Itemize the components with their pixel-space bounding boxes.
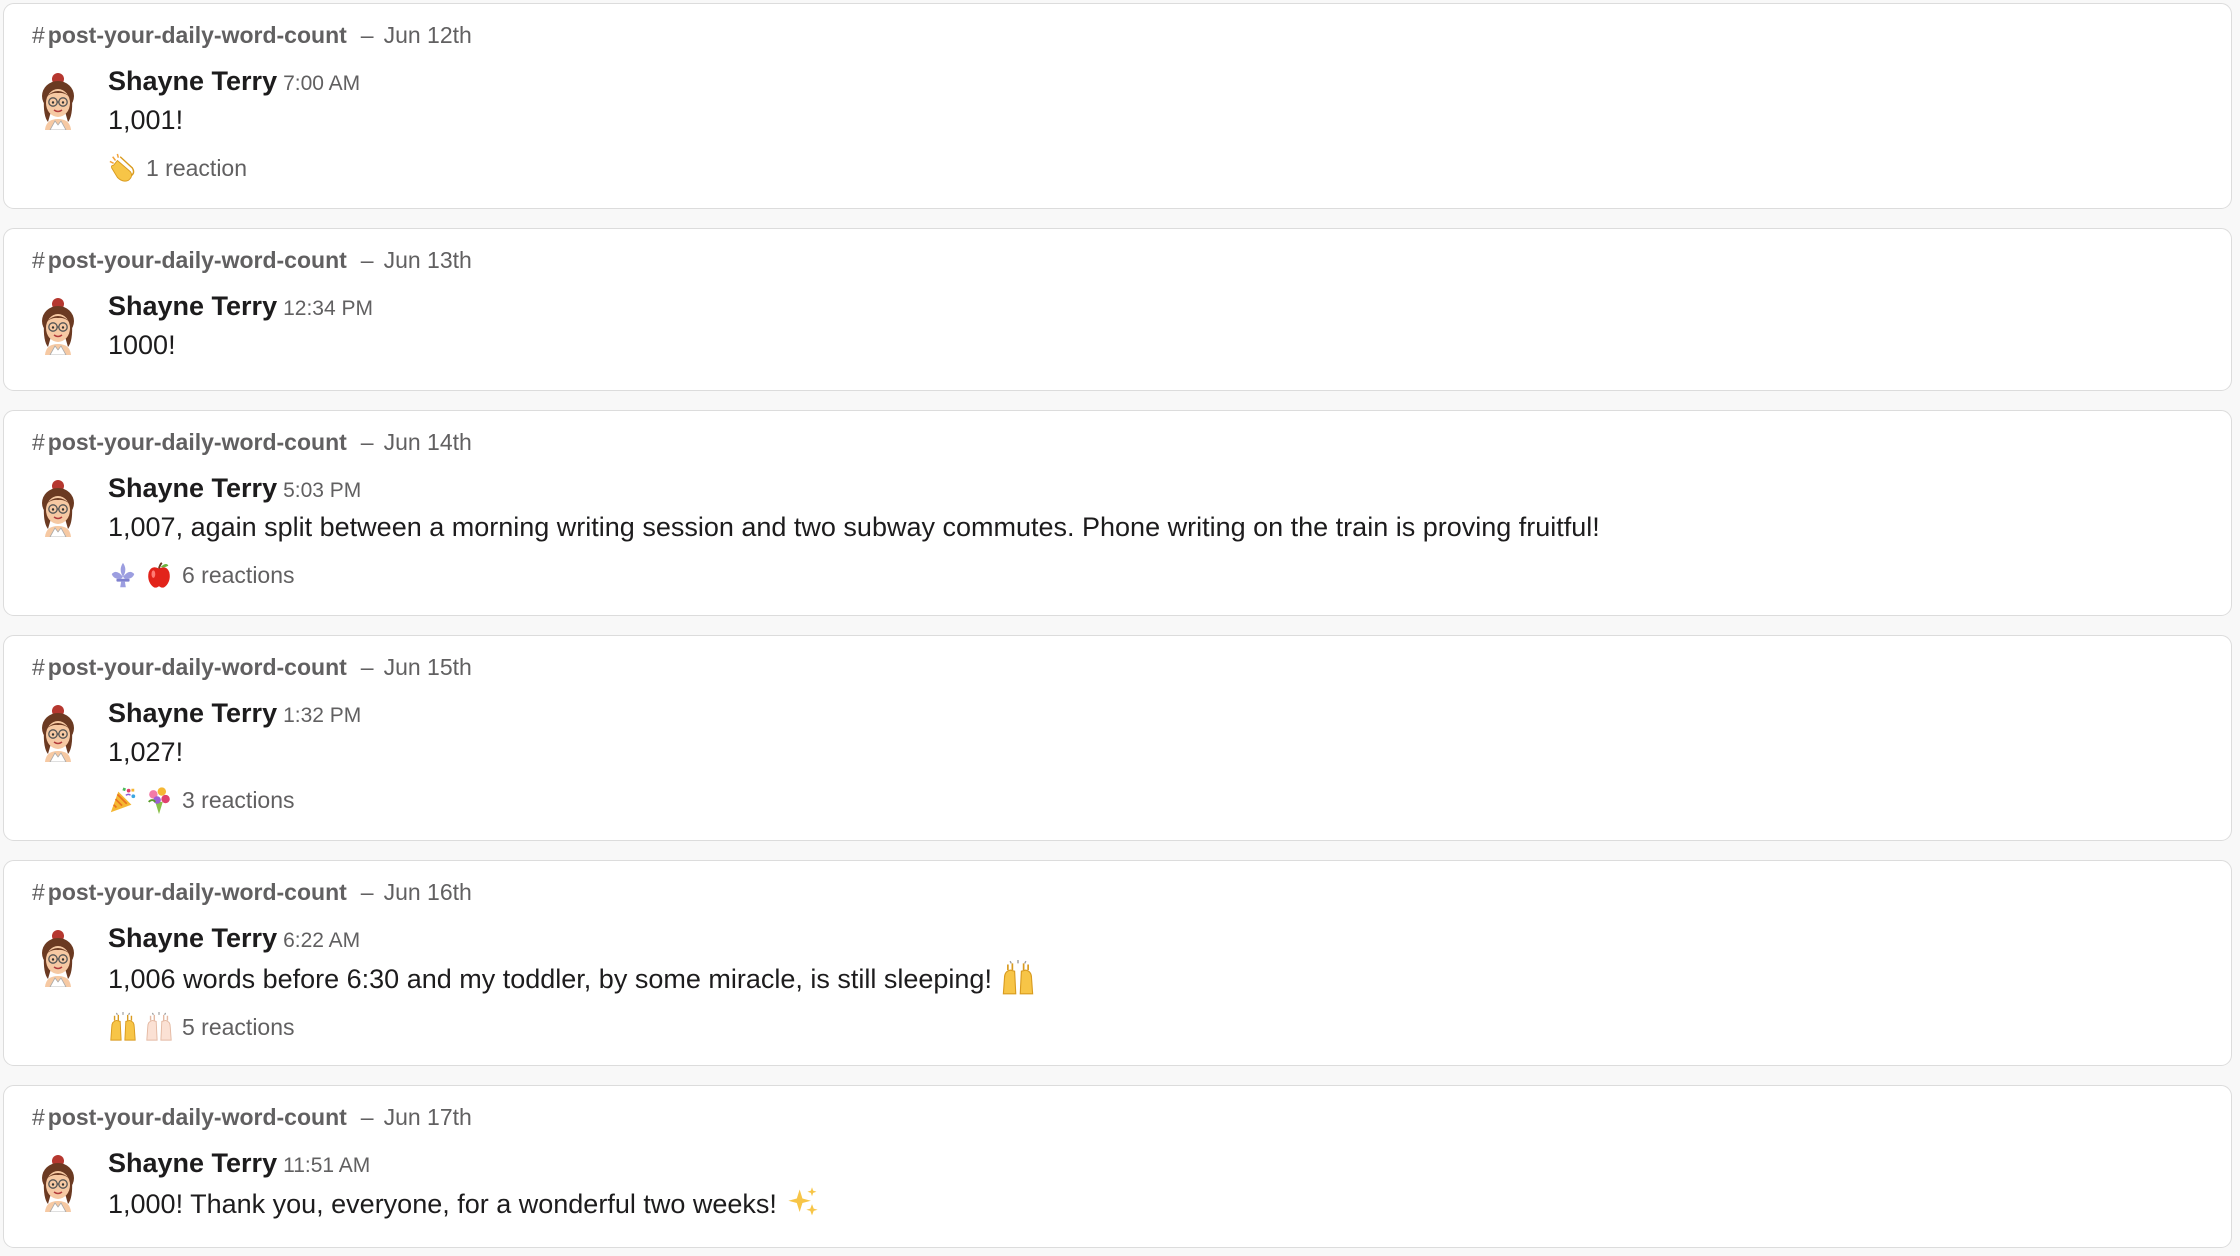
author-name[interactable]: Shayne Terry [108, 923, 277, 953]
message-header: # post-your-daily-word-count – Jun 17th [32, 1104, 472, 1131]
separator: – [360, 1104, 374, 1130]
author-name[interactable]: Shayne Terry [108, 291, 277, 321]
reactions-bar[interactable]: 6 reactions [108, 558, 2201, 592]
reactions-bar[interactable]: 5 reactions [108, 1010, 2201, 1044]
reaction-count[interactable]: 3 reactions [182, 787, 295, 814]
message-text: 1,027! [108, 737, 184, 767]
channel-link[interactable]: post-your-daily-word-count [48, 22, 347, 48]
separator: – [360, 879, 374, 905]
avatar[interactable] [35, 297, 81, 355]
message-card[interactable]: # post-your-daily-word-count – Jun 15th Sha… [3, 635, 2232, 841]
channel-link[interactable]: post-your-daily-word-count [48, 247, 347, 273]
message-body: Shayne Terry 6:22 AM 1,006 words before 6… [108, 921, 2201, 1044]
message-text-row: 1,006 words before 6:30 and my toddler, … [108, 960, 2201, 996]
message-text: 1,001! [108, 105, 184, 135]
timestamp[interactable]: 7:00 AM [283, 72, 360, 95]
message-text: 1,000! Thank you, everyone, for a wonder… [108, 1189, 777, 1219]
timestamp[interactable]: 11:51 AM [283, 1154, 370, 1177]
avatar[interactable] [35, 704, 81, 762]
clap-icon[interactable] [108, 153, 138, 183]
message-card[interactable]: # post-your-daily-word-count – Jun 14th Sha… [3, 410, 2232, 616]
author-name[interactable]: Shayne Terry [108, 66, 277, 96]
message-header: # post-your-daily-word-count – Jun 12th [32, 22, 472, 49]
separator: – [360, 22, 374, 48]
message-date[interactable]: Jun 12th [384, 22, 472, 48]
channel-link[interactable]: post-your-daily-word-count [48, 429, 347, 455]
avatar[interactable] [35, 72, 81, 130]
message-body: Shayne Terry 7:00 AM 1,001! 1 reaction [108, 64, 2201, 185]
message-header: # post-your-daily-word-count – Jun 13th [32, 247, 472, 274]
message-text: 1,006 words before 6:30 and my toddler, … [108, 964, 992, 994]
message-card[interactable]: # post-your-daily-word-count – Jun 12th Sha… [3, 3, 2232, 209]
message-header: # post-your-daily-word-count – Jun 14th [32, 429, 472, 456]
reaction-count[interactable]: 6 reactions [182, 562, 295, 589]
message-feed: # post-your-daily-word-count – Jun 12th Sha… [0, 0, 2240, 1256]
channel-link[interactable]: post-your-daily-word-count [48, 1104, 347, 1130]
message-text: 1,007, again split between a morning wri… [108, 512, 1600, 542]
hash-icon: # [32, 654, 45, 680]
fleur-de-lis-icon[interactable] [108, 560, 138, 590]
reaction-count[interactable]: 1 reaction [146, 155, 247, 182]
message-date[interactable]: Jun 14th [384, 429, 472, 455]
message-date[interactable]: Jun 15th [384, 654, 472, 680]
reactions-bar[interactable]: 3 reactions [108, 783, 2201, 817]
message-date[interactable]: Jun 17th [384, 1104, 472, 1130]
raised-hands-light-icon[interactable] [144, 1012, 174, 1042]
avatar[interactable] [35, 1154, 81, 1212]
separator: – [360, 429, 374, 455]
timestamp[interactable]: 5:03 PM [283, 479, 361, 502]
hash-icon: # [32, 22, 45, 48]
avatar[interactable] [35, 479, 81, 537]
hash-icon: # [32, 247, 45, 273]
raised-hands-icon [998, 960, 1038, 996]
author-name[interactable]: Shayne Terry [108, 1148, 277, 1178]
channel-link[interactable]: post-your-daily-word-count [48, 879, 347, 905]
timestamp[interactable]: 6:22 AM [283, 929, 360, 952]
message-date[interactable]: Jun 13th [384, 247, 472, 273]
message-header: # post-your-daily-word-count – Jun 15th [32, 654, 472, 681]
avatar[interactable] [35, 929, 81, 987]
hash-icon: # [32, 429, 45, 455]
timestamp[interactable]: 12:34 PM [283, 297, 373, 320]
message-text: 1000! [108, 330, 176, 360]
apple-icon[interactable] [144, 560, 174, 590]
message-body: Shayne Terry 11:51 AM 1,000! Thank you, e… [108, 1146, 2201, 1221]
hash-icon: # [32, 1104, 45, 1130]
separator: – [360, 654, 374, 680]
message-card[interactable]: # post-your-daily-word-count – Jun 17th Sha… [3, 1085, 2232, 1248]
message-body: Shayne Terry 5:03 PM 1,007, again split b… [108, 471, 2201, 592]
message-date[interactable]: Jun 16th [384, 879, 472, 905]
raised-hands-icon[interactable] [108, 1012, 138, 1042]
reactions-bar[interactable]: 1 reaction [108, 151, 2201, 185]
message-text-row: 1,000! Thank you, everyone, for a wonder… [108, 1185, 2201, 1221]
author-name[interactable]: Shayne Terry [108, 473, 277, 503]
sparkles-icon [783, 1185, 823, 1221]
separator: – [360, 247, 374, 273]
message-body: Shayne Terry 12:34 PM 1000! [108, 289, 2201, 362]
timestamp[interactable]: 1:32 PM [283, 704, 361, 727]
message-body: Shayne Terry 1:32 PM 1,027! 3 reactions [108, 696, 2201, 817]
bouquet-icon[interactable] [144, 785, 174, 815]
message-header: # post-your-daily-word-count – Jun 16th [32, 879, 472, 906]
reaction-count[interactable]: 5 reactions [182, 1014, 295, 1041]
hash-icon: # [32, 879, 45, 905]
author-name[interactable]: Shayne Terry [108, 698, 277, 728]
message-card[interactable]: # post-your-daily-word-count – Jun 16th Sha… [3, 860, 2232, 1066]
message-card[interactable]: # post-your-daily-word-count – Jun 13th Sha… [3, 228, 2232, 391]
party-popper-icon[interactable] [108, 785, 138, 815]
channel-link[interactable]: post-your-daily-word-count [48, 654, 347, 680]
